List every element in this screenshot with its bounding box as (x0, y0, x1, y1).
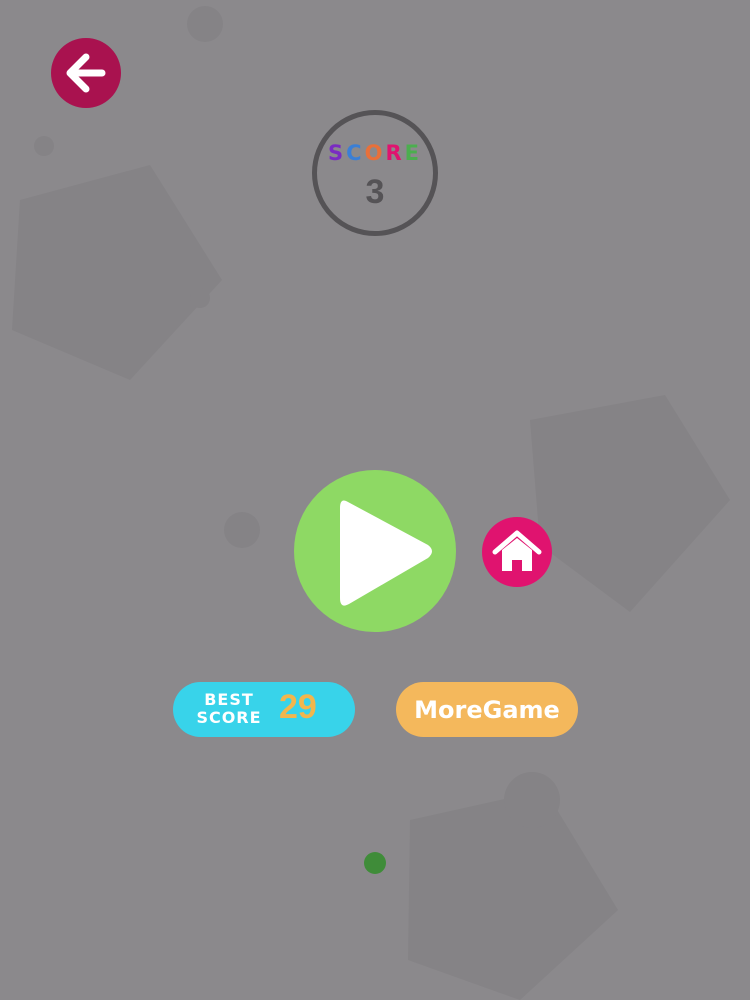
score-label: SCORE (317, 141, 433, 165)
score-value: 3 (365, 173, 385, 211)
bg-circle-1 (187, 6, 223, 42)
best-score-badge: BEST SCORE 29 (173, 682, 355, 737)
best-score-label-line1: BEST (204, 690, 254, 709)
bg-pentagon-3 (408, 790, 618, 1000)
arrow-left-icon (66, 53, 106, 93)
best-score-label: BEST SCORE (193, 691, 265, 727)
score-letter: C (346, 141, 365, 165)
score-letter: E (404, 141, 422, 165)
score-letter: S (328, 141, 347, 165)
more-game-button[interactable]: MoreGame (396, 682, 578, 737)
play-icon (340, 500, 432, 606)
best-score-value: 29 (279, 688, 317, 726)
home-button[interactable] (482, 517, 552, 587)
score-letter: R (385, 141, 405, 165)
play-button[interactable] (294, 470, 456, 632)
score-display: SCORE 3 (312, 110, 438, 236)
bg-pentagon-1 (12, 165, 222, 380)
player-dot (364, 852, 386, 874)
bg-pentagon-2 (530, 395, 730, 612)
back-button[interactable] (51, 38, 121, 108)
score-letter: O (364, 141, 386, 165)
best-score-label-line2: SCORE (196, 708, 262, 727)
bg-circle-5 (190, 288, 210, 308)
bg-circle-3 (224, 512, 260, 548)
bg-circle-2 (34, 136, 54, 156)
bg-circle-4 (504, 772, 560, 828)
home-icon (492, 530, 542, 571)
